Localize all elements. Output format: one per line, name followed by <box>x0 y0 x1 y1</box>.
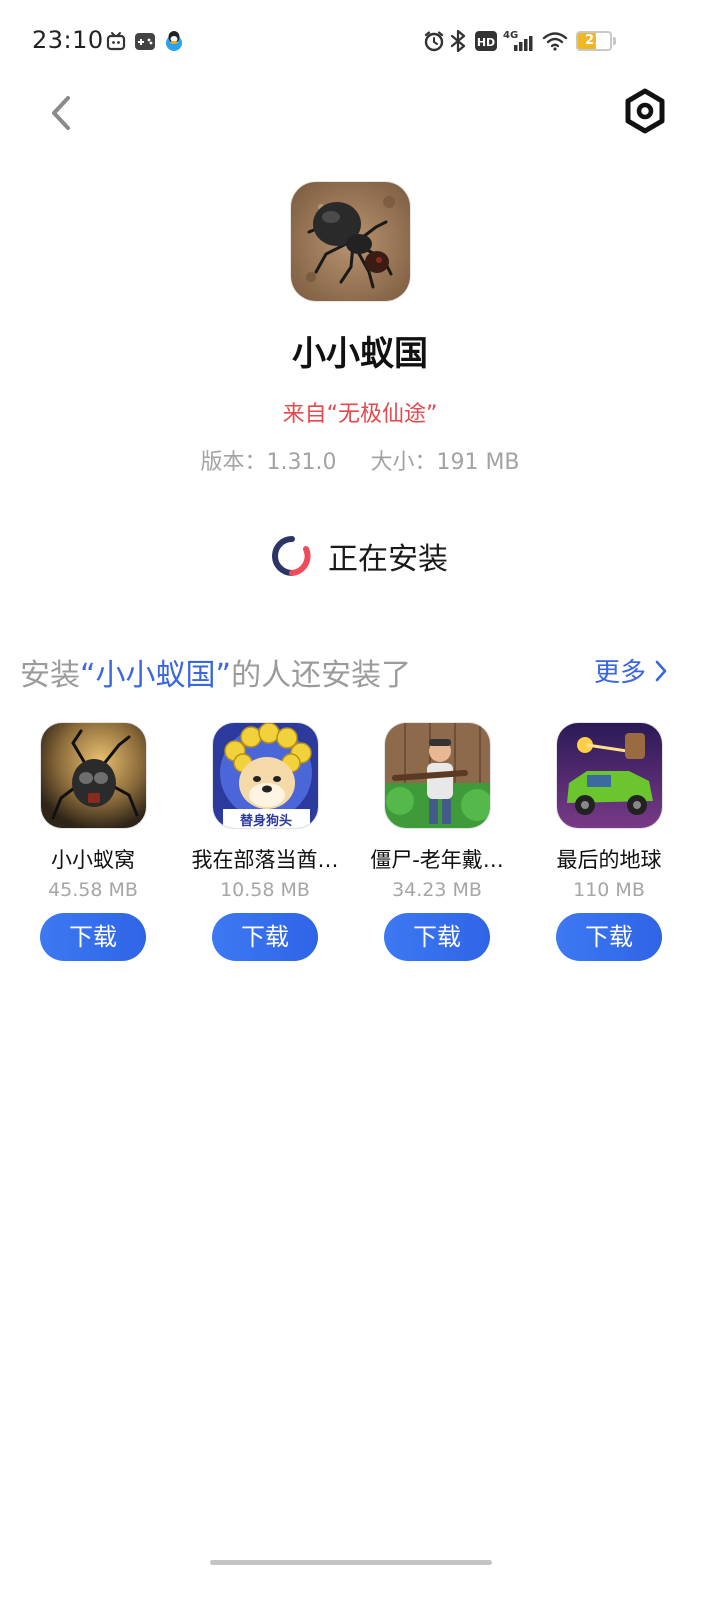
battery-tip <box>613 37 616 45</box>
download-button[interactable]: 下载 <box>384 913 490 961</box>
app-card-name: 小小蚁窝 <box>51 848 135 872</box>
battery-label: 21 <box>584 33 604 48</box>
battery-indicator: 21 <box>576 31 612 51</box>
app-card-name: 僵尸-老年戴… <box>370 848 504 872</box>
ant-app-icon <box>290 181 411 302</box>
app-meta: 版本：1.31.0 大小：191 MB <box>0 444 720 476</box>
game-controller-icon <box>135 33 155 50</box>
app-size: 大小：191 MB <box>370 450 520 475</box>
home-indicator[interactable] <box>210 1560 492 1565</box>
install-label: 正在安装 <box>328 542 448 577</box>
app-card-size: 34.23 MB <box>392 879 482 901</box>
chevron-left-icon <box>52 96 70 130</box>
app-name: 小小蚁国 <box>292 334 428 374</box>
old-man-gun-icon <box>384 722 491 829</box>
doge-character-icon: 替身狗头 <box>212 722 319 829</box>
app-version: 版本：1.31.0 <box>200 450 337 475</box>
settings-button[interactable] <box>620 86 670 136</box>
bluetooth-icon <box>450 30 466 52</box>
recommend-title-highlight: “小小蚁国” <box>80 658 232 693</box>
hd-label: HD <box>477 36 495 49</box>
app-card-name: 我在部落当酋… <box>191 848 339 872</box>
recommend-title-prefix: 安装 <box>20 658 80 693</box>
status-bar: 23:10 HD 4G 21 <box>0 0 720 84</box>
ant-warrior-icon <box>40 722 147 829</box>
more-label: 更多 <box>594 658 647 688</box>
download-button[interactable]: 下载 <box>40 913 146 961</box>
hexagon-settings-icon <box>625 88 665 134</box>
chevron-right-icon <box>655 660 667 681</box>
app-card-size: 45.58 MB <box>48 879 138 901</box>
recommend-title-suffix: 的人还安装了 <box>231 658 412 693</box>
network-label: 4G <box>503 30 518 41</box>
wifi-icon <box>542 32 568 51</box>
app-card-size: 110 MB <box>573 879 645 901</box>
4g-signal-icon: 4G <box>503 30 533 51</box>
app-source: 来自“无极仙途” <box>282 402 438 427</box>
download-button[interactable]: 下载 <box>212 913 318 961</box>
doge-icon-text: 替身狗头 <box>240 813 292 829</box>
recommend-title: 安装“小小蚁国”的人还安装了 <box>20 650 411 694</box>
install-status: 正在安装 <box>0 534 720 578</box>
green-truck-icon <box>556 722 663 829</box>
hd-icon: HD <box>475 31 497 51</box>
more-link[interactable]: 更多 <box>594 652 668 689</box>
tv-app-icon <box>106 32 126 51</box>
status-time: 23:10 <box>32 26 104 54</box>
qq-penguin-icon <box>166 31 182 51</box>
app-card-size: 10.58 MB <box>220 879 310 901</box>
download-button[interactable]: 下载 <box>556 913 662 961</box>
spinner-icon <box>272 536 311 576</box>
app-card-name: 最后的地球 <box>556 848 662 872</box>
back-button[interactable] <box>38 88 84 138</box>
alarm-icon <box>424 31 444 52</box>
